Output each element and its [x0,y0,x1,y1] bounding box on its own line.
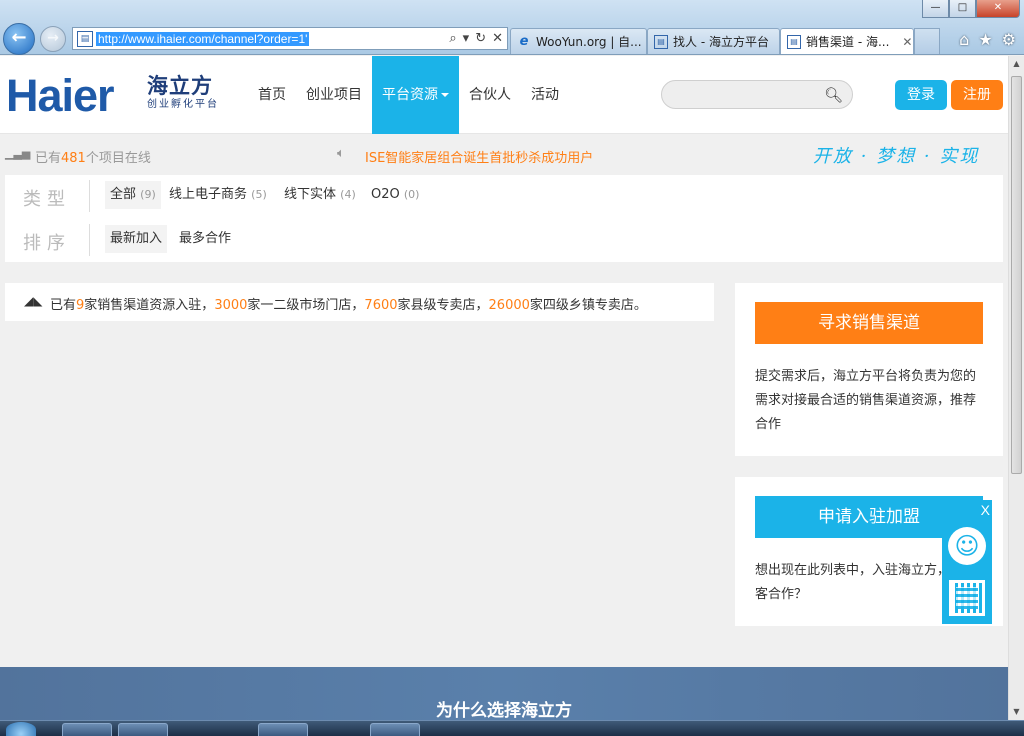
smiley-icon[interactable]: ☺ [948,527,986,565]
project-count-value: 481 [61,151,86,166]
scroll-down-icon[interactable]: ▼ [1009,704,1024,720]
floating-service-widget: X ☺ [942,500,992,624]
section-title: 为什么选择海立方 [436,701,572,721]
tab-label: 找人 - 海立方平台 [673,35,769,49]
qr-code-icon[interactable] [949,580,985,616]
home-icon[interactable]: ⌂ [959,30,969,49]
nav-home[interactable]: 首页 [248,56,296,134]
browser-chrome: — □ ✕ ← → ▤ http://www.ihaier.com/channe… [0,0,1024,55]
logo-cn-title: 海立方 [147,74,213,98]
browser-toolbar-icons: ⌂ ★ ⚙ [959,30,1016,49]
platform-logo[interactable]: 海立方 创业孵化平台 [147,74,219,112]
sort-label: 排序 [23,233,71,254]
tab-label: WooYun.org | 自... [536,35,642,49]
online-project-count: 已有481个项目在线 [35,151,151,166]
window-controls: — □ ✕ [922,0,1020,18]
page-scrollbar[interactable]: ▲ ▼ [1008,56,1024,720]
slogan: 开放 · 梦想 · 实现 [813,146,980,167]
nav-platform-resources[interactable]: 平台资源 [372,56,459,134]
filter-type-o2o[interactable]: O2O (0) [366,181,424,209]
filter-type-online[interactable]: 线上电子商务 (5) [164,181,272,209]
url-text[interactable]: http://www.ihaier.com/channel?order=1' [96,31,310,46]
filter-type-all[interactable]: 全部 (9) [105,181,161,209]
close-tab-icon[interactable]: ✕ [902,35,912,49]
divider [89,224,90,256]
tab-label: 销售渠道 - 海... [806,35,890,49]
scroll-thumb[interactable] [1011,76,1022,474]
arrow-right-icon: → [47,30,59,46]
forward-button[interactable]: → [40,26,66,52]
minimize-button[interactable]: — [922,0,949,18]
type-filter-label: 类型 [23,189,71,210]
search-icon[interactable]: 🔍︎ [824,86,843,104]
info-bar: ▁▃▅ 已有481个项目在线 🔈︎ ISE智能家居组合诞生首批秒杀成功用户 开放… [0,135,1008,173]
taskbar-item[interactable] [62,723,112,736]
nav-events[interactable]: 活动 [521,56,569,134]
ie-icon: e [519,33,529,49]
divider [89,180,90,212]
summary-text: 已有9家销售渠道资源入驻，3000家一二级市场门店，7600家县级专卖店，260… [50,298,647,313]
site-header: Haier 海立方 创业孵化平台 首页 创业项目 平台资源 合伙人 活动 🔍︎ … [0,56,1008,134]
nav-label: 平台资源 [382,87,438,103]
filter-panel: 类型 全部 (9) 线上电子商务 (5) 线下实体 (4) O2O (0) 排序… [5,175,1003,262]
browser-tab-findpeople[interactable]: ▤ 找人 - 海立方平台 [647,28,780,54]
taskbar-item[interactable] [370,723,420,736]
main-nav: 首页 创业项目 平台资源 合伙人 活动 [248,56,569,134]
address-bar[interactable]: ▤ http://www.ihaier.com/channel?order=1'… [72,27,508,50]
speaker-icon: 🔈︎ [337,146,345,161]
gear-icon[interactable]: ⚙ [1002,30,1016,49]
scroll-up-icon[interactable]: ▲ [1009,56,1024,72]
maximize-button[interactable]: □ [949,0,976,18]
channel-summary: ◢◣ 已有9家销售渠道资源入驻，3000家一二级市场门店，7600家县级专卖店，… [5,283,714,321]
caret-down-icon [441,93,449,97]
star-icon[interactable]: ★ [978,30,992,49]
nav-partners[interactable]: 合伙人 [459,56,521,134]
page-icon: ▤ [654,34,668,49]
logo-cn-subtitle: 创业孵化平台 [147,99,219,110]
nav-projects[interactable]: 创业项目 [296,56,372,134]
arrow-left-icon: ← [11,27,27,48]
page-icon: ▤ [77,30,93,47]
login-button[interactable]: 登录 [895,80,947,110]
new-tab-button[interactable] [914,28,940,54]
seek-channel-card: 寻求销售渠道 提交需求后，海立方平台将负责为您的需求对接最合适的销售渠道资源，推… [735,283,1003,456]
os-taskbar [0,720,1024,736]
back-button[interactable]: ← [3,23,35,55]
seek-channel-desc: 提交需求后，海立方平台将负责为您的需求对接最合适的销售渠道资源，推荐合作 [755,369,977,432]
page-icon: ▤ [787,34,801,49]
address-tools: ⌕ ▾ ↻ ✕ [449,31,503,46]
start-button[interactable] [6,722,36,736]
dropdown-icon[interactable]: ▾ [463,31,470,46]
sort-newest[interactable]: 最新加入 [105,225,168,253]
refresh-icon[interactable]: ↻ [475,31,486,46]
stop-icon[interactable]: ✕ [492,31,503,46]
seek-channel-button[interactable]: 寻求销售渠道 [755,302,983,344]
filter-type-offline[interactable]: 线下实体 (4) [279,181,361,209]
area-chart-icon: ◢◣ [24,294,43,308]
sort-most-cooperation[interactable]: 最多合作 [174,225,236,253]
why-choose-band: 为什么选择海立方 [0,667,1008,721]
taskbar-item[interactable] [118,723,168,736]
search-icon[interactable]: ⌕ [449,31,456,46]
register-button[interactable]: 注册 [951,80,1003,110]
search-input[interactable]: 🔍︎ [661,80,853,109]
taskbar-item[interactable] [258,723,308,736]
close-window-button[interactable]: ✕ [976,0,1020,18]
scrolling-notice[interactable]: ISE智能家居组合诞生首批秒杀成功用户 [365,147,593,166]
haier-logo[interactable]: Haier [6,73,115,119]
browser-tab-wooyun[interactable]: e WooYun.org | 自... [510,28,647,54]
bar-chart-icon: ▁▃▅ [5,147,31,160]
close-widget-button[interactable]: X [981,502,990,518]
browser-tab-channel[interactable]: ▤ 销售渠道 - 海... ✕ [780,28,914,54]
